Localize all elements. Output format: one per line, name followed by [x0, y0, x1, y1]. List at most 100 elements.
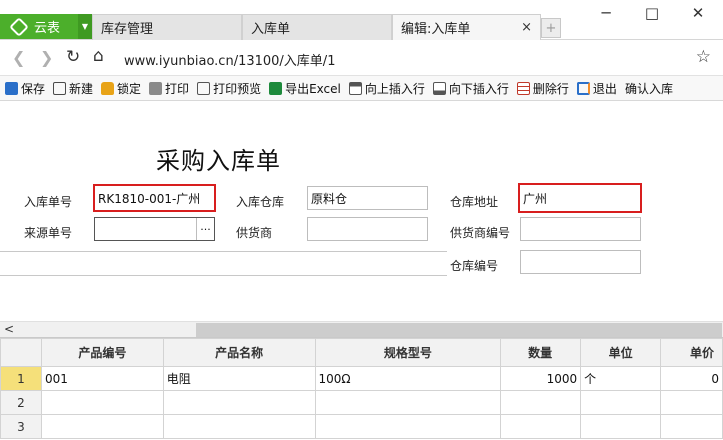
close-tab-icon[interactable]: ×: [521, 20, 532, 35]
delete-row-button[interactable]: 删除行: [516, 80, 569, 97]
delete-row-label: 删除行: [532, 81, 569, 96]
unit-cell[interactable]: 个: [580, 366, 662, 391]
scroll-left-icon[interactable]: <: [4, 322, 14, 336]
supplier-no-label: 供货商编号: [450, 226, 511, 240]
column-header[interactable]: 产品名称: [162, 338, 316, 367]
minimize-button[interactable]: ─: [596, 4, 616, 22]
scrollbar-thumb[interactable]: [196, 323, 722, 337]
save-button[interactable]: 保存: [5, 80, 45, 97]
warehouse-no-label: 仓库编号: [450, 259, 499, 273]
receipt-no-field[interactable]: RK1810-001-广州: [93, 184, 216, 212]
row-number[interactable]: 1: [0, 366, 42, 391]
insert-row-above-button[interactable]: 向上插入行: [348, 80, 425, 97]
forward-icon[interactable]: ❯: [40, 48, 53, 67]
address-bar: ❮ ❯ ↻ ⌂ www.iyunbiao.cn/13100/入库单/1 ☆: [0, 40, 723, 76]
column-header[interactable]: 数量: [500, 338, 582, 367]
tab-label: 库存管理: [101, 22, 154, 37]
detail-grid: 产品编号 产品名称 规格型号 数量 单位 单价 1 001 电阻 100Ω 10…: [0, 337, 723, 440]
print-preview-icon: [197, 81, 211, 95]
column-header[interactable]: 单价: [660, 338, 723, 367]
new-button[interactable]: 新建: [53, 80, 93, 97]
lock-button[interactable]: 锁定: [101, 80, 141, 97]
picker-button[interactable]: ···: [196, 218, 214, 240]
lock-icon: [101, 81, 115, 95]
app-name: 云表: [34, 21, 61, 36]
tab-edit-receipt[interactable]: 编辑:入库单 ×: [392, 14, 541, 40]
spec-cell[interactable]: [314, 390, 502, 415]
home-icon[interactable]: ⌂: [93, 46, 104, 66]
tab-label: 入库单: [251, 22, 291, 37]
exit-label: 退出: [592, 81, 617, 96]
excel-icon: [269, 81, 283, 95]
insert-row-below-button[interactable]: 向下插入行: [432, 80, 509, 97]
print-preview-label: 打印预览: [213, 81, 262, 96]
receipt-form: 采购入库单 入库单号 RK1810-001-广州 入库仓库 原料仓 仓库地址 广…: [0, 101, 723, 321]
delete-row-icon: [516, 81, 530, 95]
warehouse-field[interactable]: 原料仓: [307, 186, 428, 210]
url-field[interactable]: www.iyunbiao.cn/13100/入库单/1: [124, 50, 335, 69]
warehouse-address-field[interactable]: 广州: [518, 183, 642, 213]
supplier-no-field[interactable]: [520, 217, 641, 241]
product-name-cell[interactable]: [162, 390, 316, 415]
confirm-receipt-button[interactable]: 确认入库: [625, 80, 673, 97]
grid-header-row: 产品编号 产品名称 规格型号 数量 单位 单价: [0, 338, 723, 367]
product-name-cell[interactable]: [162, 414, 316, 439]
quantity-cell[interactable]: [500, 390, 582, 415]
form-title: 采购入库单: [156, 147, 281, 175]
warehouse-no-field[interactable]: [520, 250, 641, 274]
product-code-cell[interactable]: 001: [40, 366, 164, 391]
table-row[interactable]: 1 001 电阻 100Ω 1000 个 0: [0, 366, 723, 391]
tab-inventory-management[interactable]: 库存管理: [92, 14, 242, 40]
price-cell[interactable]: [660, 414, 723, 439]
new-label: 新建: [69, 81, 94, 96]
export-excel-label: 导出Excel: [285, 81, 341, 96]
quantity-cell[interactable]: [500, 414, 582, 439]
unit-cell[interactable]: [580, 390, 662, 415]
chevron-down-icon[interactable]: ▼: [78, 14, 92, 39]
export-excel-button[interactable]: 导出Excel: [269, 80, 341, 97]
reload-icon[interactable]: ↻: [66, 47, 80, 67]
product-code-cell[interactable]: [40, 414, 164, 439]
spec-cell[interactable]: [314, 414, 502, 439]
price-cell[interactable]: [660, 390, 723, 415]
table-row[interactable]: 2: [0, 390, 723, 415]
product-name-cell[interactable]: 电阻: [162, 366, 316, 391]
corner-cell[interactable]: [0, 338, 42, 367]
save-icon: [5, 81, 18, 95]
column-header[interactable]: 规格型号: [314, 338, 502, 367]
tab-label: 编辑:入库单: [401, 22, 471, 37]
print-icon: [149, 81, 163, 95]
toolbar: 保存 新建 锁定 打印 打印预览 导出Excel 向上插入行 向下插入行 删除行…: [0, 76, 723, 101]
source-no-field[interactable]: ···: [94, 217, 215, 241]
app-menu-button[interactable]: 云表 ▼: [0, 14, 92, 39]
unit-cell[interactable]: [580, 414, 662, 439]
new-tab-button[interactable]: +: [541, 18, 561, 38]
print-label: 打印: [165, 81, 190, 96]
row-number[interactable]: 2: [0, 390, 42, 415]
back-icon[interactable]: ❮: [12, 48, 25, 67]
source-no-label: 来源单号: [24, 226, 73, 240]
maximize-button[interactable]: □: [642, 4, 662, 22]
print-button[interactable]: 打印: [149, 80, 189, 97]
spec-cell[interactable]: 100Ω: [314, 366, 502, 391]
exit-icon: [576, 81, 590, 95]
print-preview-button[interactable]: 打印预览: [197, 80, 261, 97]
close-window-button[interactable]: ✕: [688, 4, 708, 22]
row-number[interactable]: 3: [0, 414, 42, 439]
receipt-no-label: 入库单号: [24, 195, 73, 209]
supplier-field[interactable]: [307, 217, 428, 241]
column-header[interactable]: 单位: [580, 338, 662, 367]
horizontal-scrollbar[interactable]: <: [0, 321, 723, 337]
tab-receipt[interactable]: 入库单: [242, 14, 392, 40]
product-code-cell[interactable]: [40, 390, 164, 415]
title-bar: 云表 ▼ 库存管理 入库单 编辑:入库单 × + ─ □ ✕: [0, 0, 723, 40]
quantity-cell[interactable]: 1000: [500, 366, 582, 391]
price-cell[interactable]: 0: [660, 366, 723, 391]
column-header[interactable]: 产品编号: [40, 338, 164, 367]
bookmark-star-icon[interactable]: ☆: [696, 47, 711, 67]
table-row[interactable]: 3: [0, 414, 723, 439]
save-label: 保存: [21, 81, 46, 96]
form-divider: [0, 251, 447, 276]
exit-button[interactable]: 退出: [576, 80, 617, 97]
lock-label: 锁定: [117, 81, 142, 96]
